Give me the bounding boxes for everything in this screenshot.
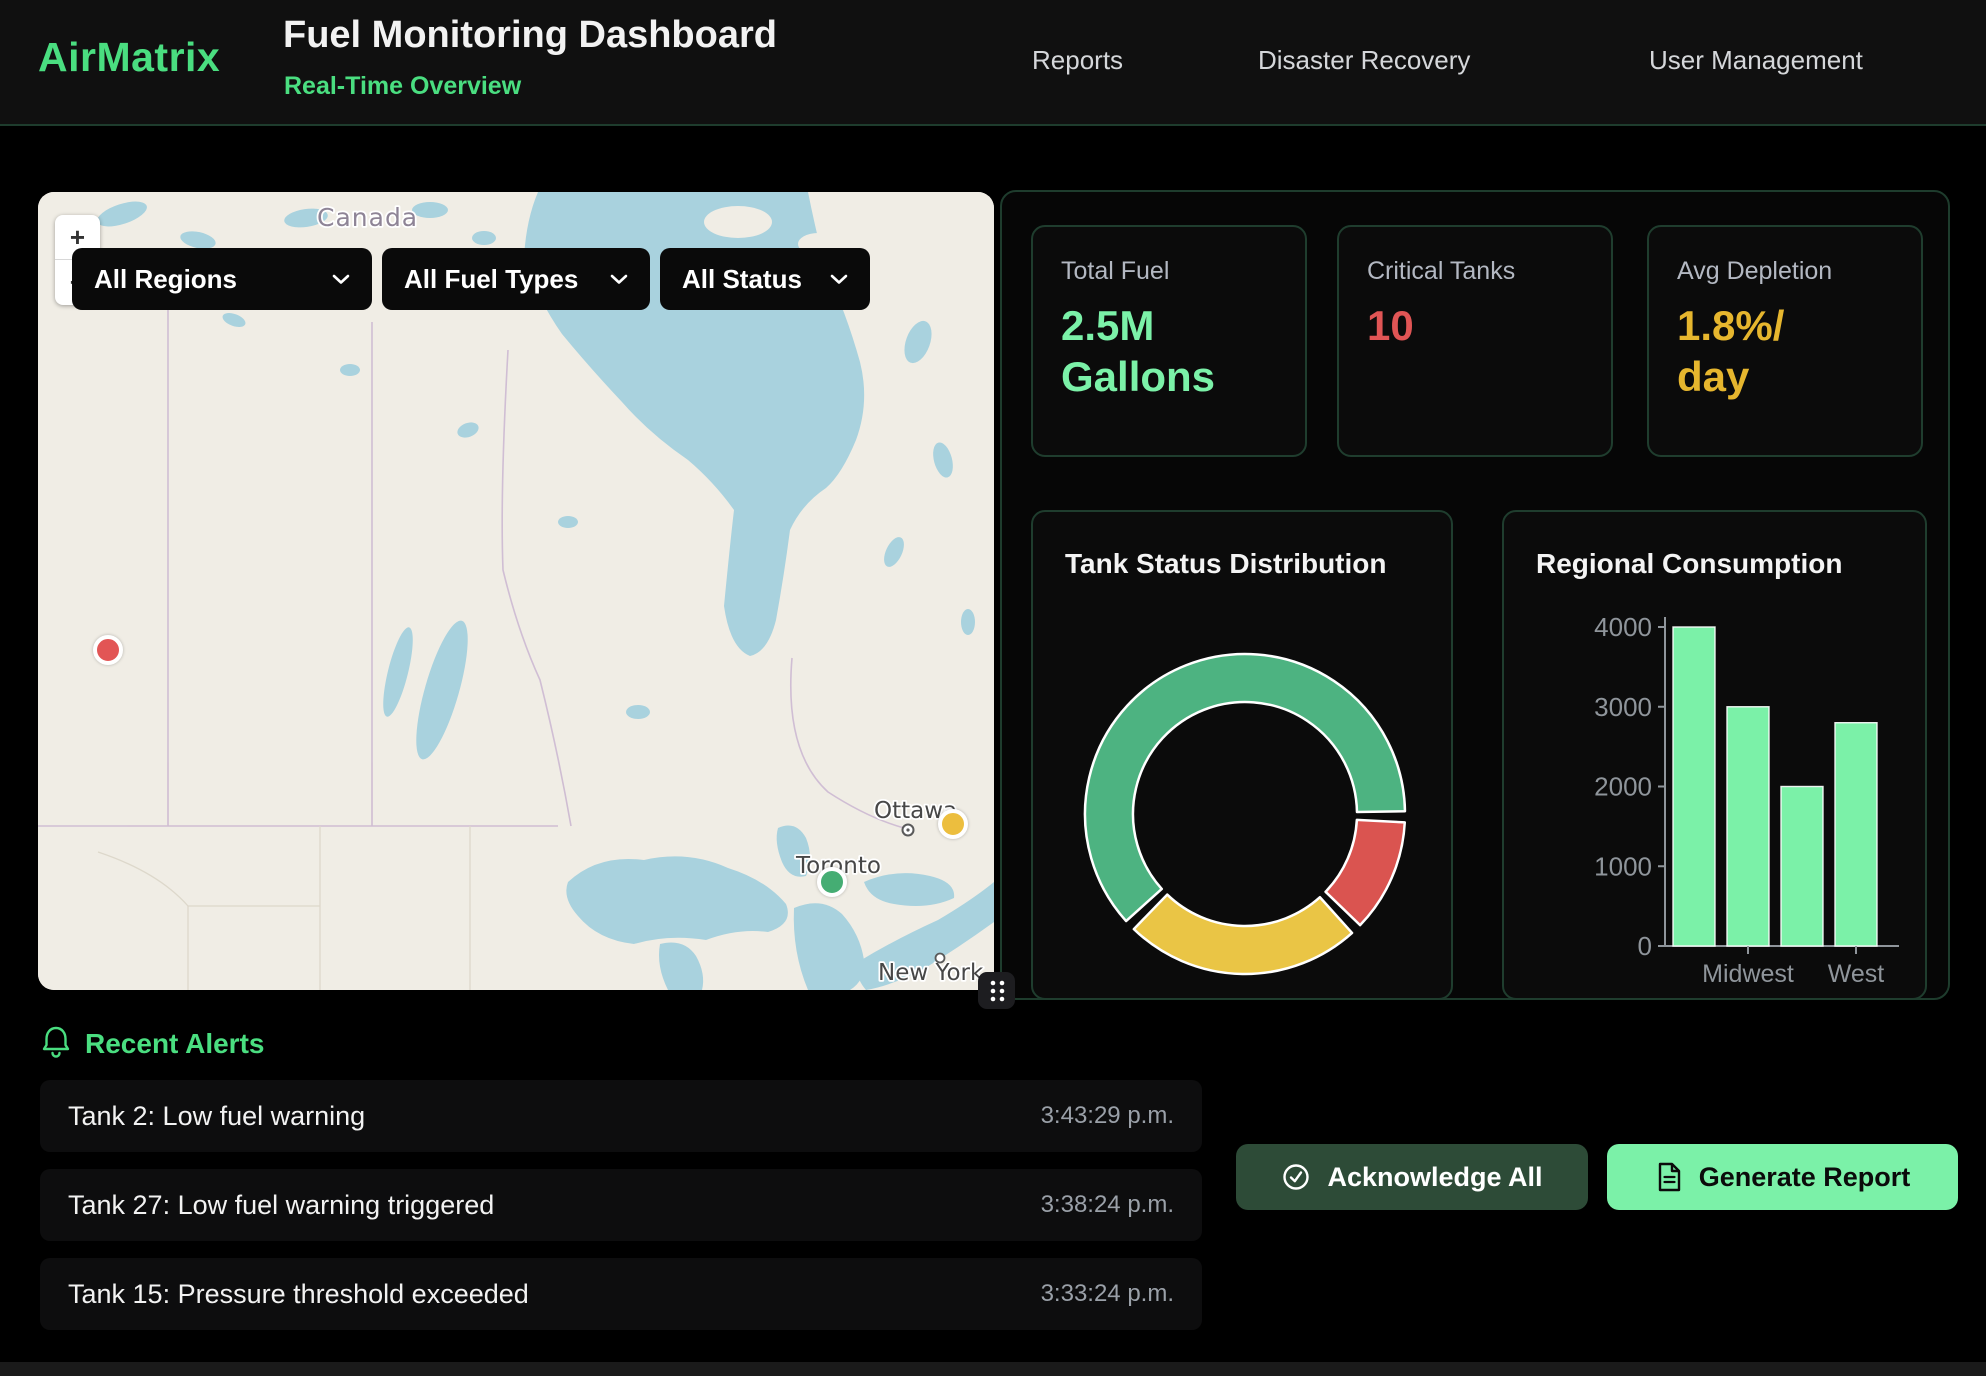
fuel-type-filter-select[interactable]: All Fuel Types — [382, 248, 650, 310]
y-tick-label: 0 — [1638, 931, 1652, 961]
acknowledge-all-button[interactable]: Acknowledge All — [1236, 1144, 1588, 1210]
header: AirMatrix Fuel Monitoring Dashboard Real… — [0, 0, 1986, 126]
x-tick-label: Midwest — [1702, 960, 1794, 988]
alert-row[interactable]: Tank 2: Low fuel warning 3:43:29 p.m. — [40, 1080, 1202, 1152]
chart-title: Tank Status Distribution — [1065, 548, 1387, 580]
bell-icon — [40, 1024, 72, 1060]
stat-card-total-fuel: Total Fuel 2.5M Gallons — [1031, 225, 1307, 457]
recent-alerts-title: Recent Alerts — [85, 1028, 264, 1060]
y-tick-label: 3000 — [1594, 692, 1652, 722]
tank-marker-normal[interactable] — [817, 867, 847, 897]
generate-report-label: Generate Report — [1699, 1162, 1911, 1193]
nav-disaster-recovery[interactable]: Disaster Recovery — [1258, 45, 1470, 76]
report-document-icon — [1655, 1161, 1683, 1193]
alert-time: 3:43:29 p.m. — [1041, 1102, 1174, 1130]
drag-handle[interactable] — [978, 972, 1015, 1009]
alert-text: Tank 2: Low fuel warning — [68, 1101, 365, 1132]
y-tick-label: 1000 — [1594, 851, 1652, 881]
map-canvas: Canada Ottawa Toronto New York — [38, 192, 994, 990]
donut-segment-warning — [1134, 895, 1352, 974]
alert-time: 3:33:24 p.m. — [1041, 1280, 1174, 1308]
alert-row[interactable]: Tank 27: Low fuel warning triggered 3:38… — [40, 1169, 1202, 1241]
map-label-canada: Canada — [317, 203, 418, 232]
app-logo: AirMatrix — [38, 34, 220, 81]
chevron-down-icon — [332, 274, 350, 285]
overview-panel: Total Fuel 2.5M Gallons Critical Tanks 1… — [1000, 190, 1950, 1000]
generate-report-button[interactable]: Generate Report — [1607, 1144, 1958, 1210]
stat-label: Avg Depletion — [1677, 257, 1893, 286]
drag-dots-icon — [985, 978, 1009, 1004]
y-tick-label: 4000 — [1594, 612, 1652, 642]
circle-check-icon — [1281, 1162, 1311, 1192]
stat-card-avg-depletion: Avg Depletion 1.8%/ day — [1647, 225, 1923, 457]
y-tick-label: 2000 — [1594, 772, 1652, 802]
tank-status-donut-chart — [1075, 644, 1415, 984]
stat-value: 10 — [1367, 300, 1583, 351]
alert-row[interactable]: Tank 15: Pressure threshold exceeded 3:3… — [40, 1258, 1202, 1330]
regional-consumption-chart-card: Regional Consumption 01000200030004000Mi… — [1502, 510, 1927, 1000]
donut-segment-critical — [1326, 820, 1405, 925]
stat-value: 2.5M Gallons — [1061, 300, 1277, 402]
alert-time: 3:38:24 p.m. — [1041, 1191, 1174, 1219]
x-tick-label: West — [1828, 960, 1885, 988]
status-filter-select[interactable]: All Status — [660, 248, 870, 310]
stat-label: Total Fuel — [1061, 257, 1277, 286]
bar-0 — [1673, 627, 1715, 946]
tank-marker-warning[interactable] — [938, 809, 968, 839]
map-label-new-york: New York — [878, 960, 984, 986]
acknowledge-all-label: Acknowledge All — [1327, 1162, 1542, 1193]
alert-text: Tank 15: Pressure threshold exceeded — [68, 1279, 529, 1310]
chevron-down-icon — [830, 274, 848, 285]
nav-reports[interactable]: Reports — [1032, 45, 1123, 76]
region-filter-value: All Regions — [94, 264, 237, 295]
alert-text: Tank 27: Low fuel warning triggered — [68, 1190, 494, 1221]
map-filter-bar: All Regions All Fuel Types All Status — [72, 248, 870, 310]
bottom-strip — [0, 1362, 1986, 1376]
stat-value: 1.8%/ day — [1677, 300, 1893, 402]
bar-2 — [1781, 787, 1823, 947]
stat-card-critical-tanks: Critical Tanks 10 — [1337, 225, 1613, 457]
tank-marker-critical[interactable] — [93, 635, 123, 665]
fuel-type-filter-value: All Fuel Types — [404, 264, 578, 295]
stat-label: Critical Tanks — [1367, 257, 1583, 286]
fuel-map[interactable]: Canada Ottawa Toronto New York All Regio… — [38, 192, 994, 990]
page-subtitle: Real-Time Overview — [284, 72, 521, 101]
regional-consumption-bar-chart: 0 1000 2000 3000 4000 Midwest West — [1504, 512, 1929, 998]
tank-status-chart-card: Tank Status Distribution — [1031, 510, 1453, 1000]
status-filter-value: All Status — [682, 264, 802, 295]
bar-1 — [1727, 707, 1769, 946]
bar-3 — [1835, 723, 1877, 946]
page-title: Fuel Monitoring Dashboard — [283, 14, 777, 57]
fuel-monitoring-dashboard: AirMatrix Fuel Monitoring Dashboard Real… — [0, 0, 1986, 1376]
region-filter-select[interactable]: All Regions — [72, 248, 372, 310]
nav-user-management[interactable]: User Management — [1649, 45, 1863, 76]
chevron-down-icon — [610, 274, 628, 285]
